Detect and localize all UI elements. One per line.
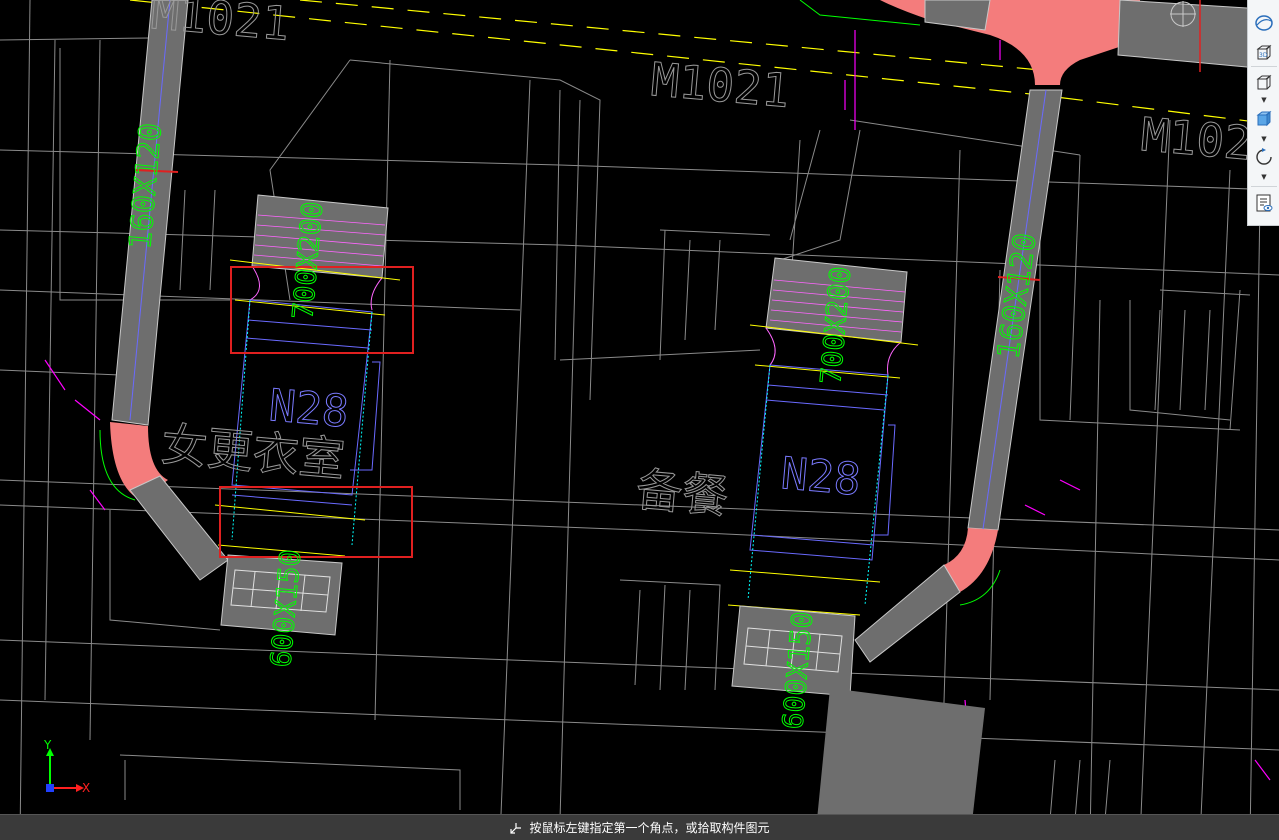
unit-label-left: N28 — [267, 380, 351, 438]
svg-text:3D: 3D — [1259, 52, 1268, 59]
view-3d-icon[interactable]: 3D — [1252, 42, 1276, 64]
axis-y-label: Y — [44, 738, 52, 752]
chevron-down-icon[interactable]: ▼ — [1260, 97, 1268, 104]
status-bar: 按鼠标左键指定第一个角点，或拾取构件图元 — [0, 814, 1279, 840]
axis-indicator: Y X — [38, 738, 98, 800]
box-view-icon[interactable] — [1252, 72, 1276, 94]
unit-label-right: N28 — [779, 448, 863, 506]
view-toolbar: 3D ▼ ▼ ▼ — [1247, 0, 1279, 226]
axis-x-label: X — [82, 781, 91, 795]
cursor-corner-icon — [510, 822, 522, 834]
door-label-top-right: M102 — [1139, 107, 1254, 170]
cad-drawing-canvas[interactable]: M1021 M1021 M102 女更衣室 备餐 N28 N28 160X120… — [0, 0, 1279, 840]
chevron-down-icon[interactable]: ▼ — [1260, 136, 1268, 143]
room-label-right: 备餐 — [634, 462, 730, 524]
box-solid-icon[interactable] — [1252, 108, 1276, 130]
status-message: 按鼠标左键指定第一个角点，或拾取构件图元 — [529, 821, 770, 835]
properties-panel-icon[interactable] — [1252, 192, 1276, 214]
rotate-icon[interactable] — [1252, 146, 1276, 168]
chevron-down-icon[interactable]: ▼ — [1260, 174, 1268, 181]
view-sphere-icon[interactable] — [1252, 12, 1276, 34]
